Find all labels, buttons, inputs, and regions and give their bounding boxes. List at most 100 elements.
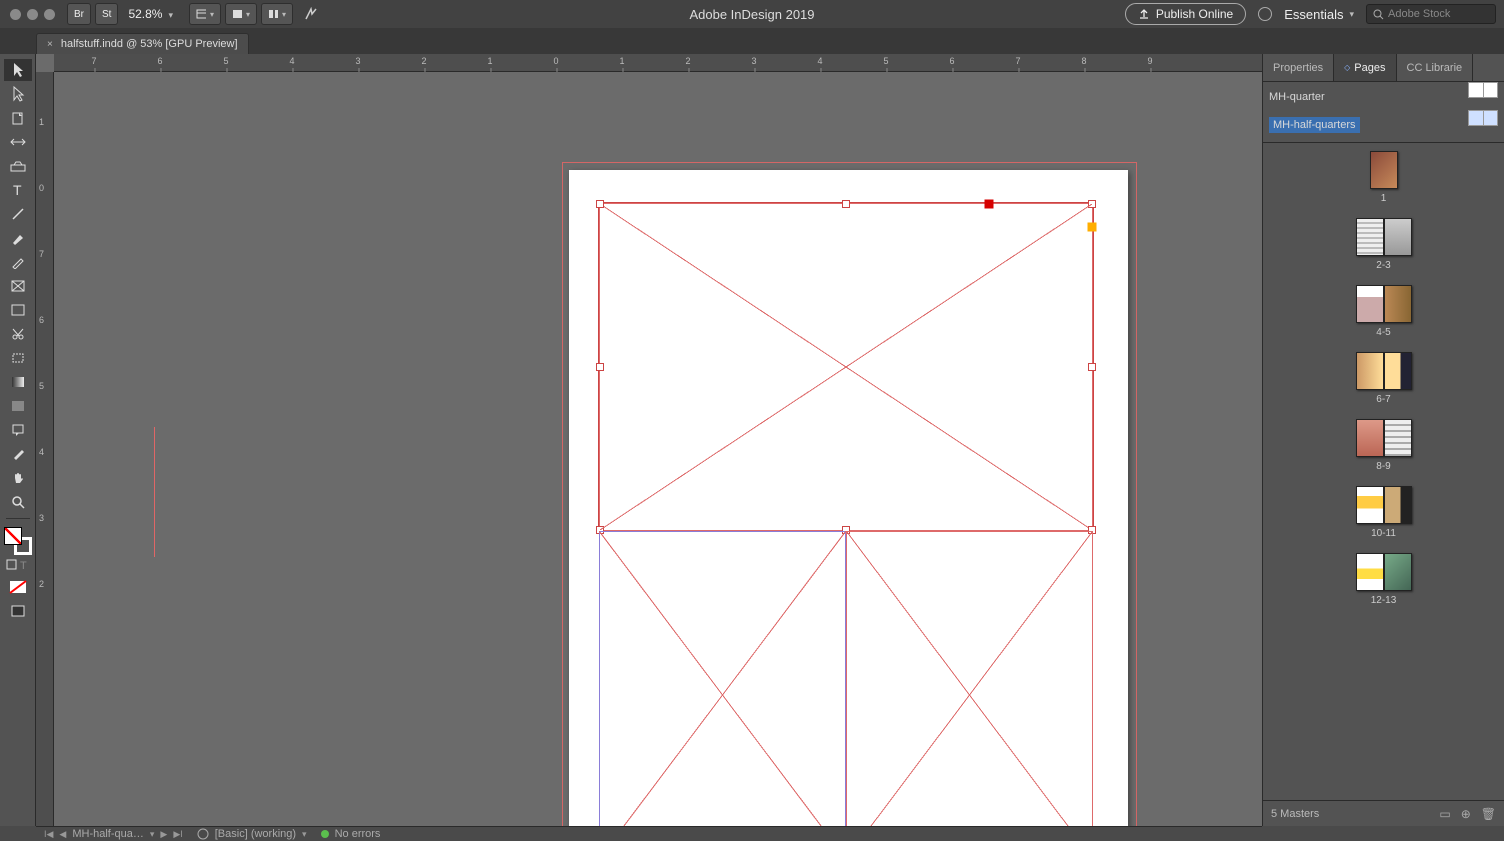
eyedropper-tool[interactable] <box>4 443 32 465</box>
no-errors-icon <box>321 830 329 838</box>
window-traffic-lights[interactable] <box>0 9 65 20</box>
selection-tool[interactable] <box>4 59 32 81</box>
spread-label: 10-11 <box>1371 528 1396 539</box>
status-bar: I◀ ◀ MH-half-qua… ▾ ▶ ▶I [Basic] (workin… <box>36 826 1262 841</box>
masters-count-label: 5 Masters <box>1271 808 1319 820</box>
tab-cc-libraries[interactable]: CC Librarie <box>1397 54 1474 81</box>
bridge-button[interactable]: Br <box>67 3 91 25</box>
handle-top-left[interactable] <box>596 200 604 208</box>
search-icon <box>1373 9 1384 20</box>
note-tool[interactable] <box>4 419 32 441</box>
delete-page-icon[interactable]: 🗑 <box>1481 807 1496 821</box>
master-pages-section: MH-quarter MH-half-quarters <box>1263 82 1504 143</box>
master-thumb-icon <box>1468 110 1498 126</box>
hand-tool[interactable] <box>4 467 32 489</box>
formatting-container-toggle[interactable]: T <box>4 556 32 574</box>
document-tab[interactable]: × halfstuff.indd @ 53% [GPU Preview] <box>36 33 249 54</box>
page-thumbnails[interactable]: 1 2-3 4-5 6-7 <box>1263 143 1504 800</box>
tips-icon[interactable] <box>1258 7 1272 21</box>
type-tool[interactable]: T <box>4 179 32 201</box>
master-mh-quarter[interactable]: MH-quarter <box>1269 86 1498 108</box>
close-tab-icon[interactable]: × <box>47 39 53 50</box>
free-transform-tool[interactable] <box>4 347 32 369</box>
content-collector-tool[interactable] <box>4 155 32 177</box>
master-label: MH-half-quarters <box>1269 117 1360 133</box>
reference-point-icon[interactable] <box>984 200 993 209</box>
publish-online-button[interactable]: Publish Online <box>1125 3 1246 25</box>
gpu-performance-icon[interactable] <box>297 3 325 25</box>
stock-button[interactable]: St <box>95 3 118 25</box>
handle-mid-left[interactable] <box>596 363 604 371</box>
spread-10-11[interactable]: 10-11 <box>1263 486 1504 539</box>
app-title: Adobe InDesign 2019 <box>689 7 814 22</box>
gradient-feather-tool[interactable] <box>4 395 32 417</box>
graphic-frame-top[interactable] <box>599 203 1093 531</box>
document-workarea[interactable]: 76543210123456789 10765432 <box>36 54 1262 826</box>
handle-top-right[interactable] <box>1088 200 1096 208</box>
arrange-documents-dropdown[interactable] <box>261 3 293 25</box>
errors-label[interactable]: No errors <box>335 828 381 840</box>
direct-selection-tool[interactable] <box>4 83 32 105</box>
page-navigator-dropdown[interactable]: MH-half-qua… <box>72 828 144 840</box>
pages-panel-footer: 5 Masters ▭ ⊕ 🗑 <box>1263 800 1504 826</box>
canvas[interactable] <box>54 72 1262 826</box>
adobe-stock-search-input[interactable]: Adobe Stock <box>1366 4 1496 24</box>
next-spread-button[interactable]: ▶ <box>160 829 167 840</box>
spread-label: 12-13 <box>1371 595 1397 606</box>
horizontal-ruler[interactable]: 76543210123456789 <box>54 54 1262 72</box>
upload-icon <box>1138 8 1150 20</box>
page-tool[interactable] <box>4 107 32 129</box>
spread-1[interactable]: 1 <box>1263 151 1504 204</box>
pasteboard-guide[interactable] <box>154 427 155 557</box>
screen-mode-dropdown[interactable] <box>225 3 257 25</box>
view-mode-toggle[interactable] <box>4 600 32 622</box>
handle-top-center[interactable] <box>842 200 850 208</box>
spread-6-7[interactable]: 6-7 <box>1263 352 1504 405</box>
spread-12-13[interactable]: 12-13 <box>1263 553 1504 606</box>
handle-mid-right[interactable] <box>1088 363 1096 371</box>
page[interactable] <box>569 170 1128 826</box>
view-options-dropdown[interactable] <box>189 3 221 25</box>
new-page-icon[interactable]: ⊕ <box>1461 807 1471 821</box>
master-mh-half-quarters[interactable]: MH-half-quarters <box>1269 114 1498 136</box>
zoom-tool[interactable] <box>4 491 32 513</box>
spread-label: 6-7 <box>1376 394 1390 405</box>
chevron-down-icon[interactable]: ▾ <box>150 829 155 840</box>
pencil-tool[interactable] <box>4 251 32 273</box>
svg-text:T: T <box>13 183 22 197</box>
workspace-switcher[interactable]: Essentials <box>1284 7 1354 22</box>
preflight-status-icon <box>197 828 209 840</box>
graphic-frame-bottom-right[interactable] <box>846 531 1093 826</box>
pen-tool[interactable] <box>4 227 32 249</box>
line-tool[interactable] <box>4 203 32 225</box>
gradient-swatch-tool[interactable] <box>4 371 32 393</box>
scissors-tool[interactable] <box>4 323 32 345</box>
zoom-level-dropdown[interactable]: 52.8% <box>120 7 187 21</box>
svg-text:T: T <box>20 560 27 571</box>
fill-stroke-swatch[interactable] <box>4 527 32 555</box>
spread-label: 2-3 <box>1376 260 1390 271</box>
edit-page-size-icon[interactable]: ▭ <box>1439 807 1450 821</box>
content-grabber-icon[interactable] <box>1088 223 1097 232</box>
first-spread-button[interactable]: I◀ <box>44 829 53 840</box>
spread-2-3[interactable]: 2-3 <box>1263 218 1504 271</box>
spread-4-5[interactable]: 4-5 <box>1263 285 1504 338</box>
rectangle-tool[interactable] <box>4 299 32 321</box>
rectangle-frame-tool[interactable] <box>4 275 32 297</box>
preflight-profile-label[interactable]: [Basic] (working) <box>215 828 296 840</box>
apply-color-button[interactable] <box>4 576 32 598</box>
tab-pages[interactable]: Pages <box>1334 54 1396 81</box>
vertical-ruler[interactable]: 10765432 <box>36 72 54 826</box>
spread-label: 4-5 <box>1376 327 1390 338</box>
spread-8-9[interactable]: 8-9 <box>1263 419 1504 472</box>
last-spread-button[interactable]: ▶I <box>173 829 182 840</box>
master-label: MH-quarter <box>1269 91 1325 103</box>
frame-bl-overlay <box>599 531 846 826</box>
gap-tool[interactable] <box>4 131 32 153</box>
publish-label: Publish Online <box>1156 7 1233 21</box>
panel-tabs: Properties Pages CC Librarie <box>1263 54 1504 82</box>
master-thumb-icon <box>1468 82 1498 98</box>
prev-spread-button[interactable]: ◀ <box>59 829 66 840</box>
tab-properties[interactable]: Properties <box>1263 54 1334 81</box>
tool-panel: T T <box>0 54 36 826</box>
